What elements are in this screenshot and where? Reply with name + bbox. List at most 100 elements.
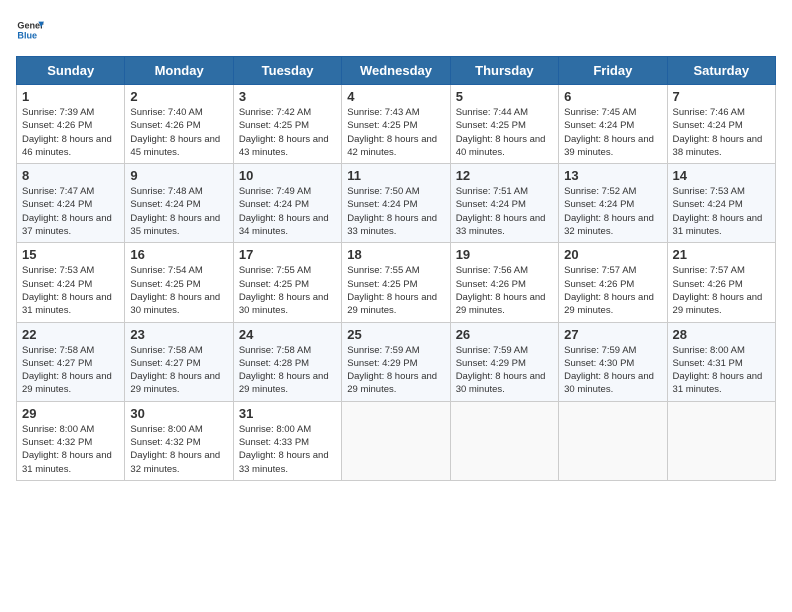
calendar-day [342, 401, 450, 480]
day-number: 20 [564, 247, 661, 262]
day-number: 11 [347, 168, 444, 183]
day-number: 24 [239, 327, 336, 342]
calendar-table: SundayMondayTuesdayWednesdayThursdayFrid… [16, 56, 776, 481]
calendar-week: 15 Sunrise: 7:53 AMSunset: 4:24 PMDaylig… [17, 243, 776, 322]
day-info: Sunrise: 8:00 AMSunset: 4:32 PMDaylight:… [22, 423, 119, 476]
weekday-header: Wednesday [342, 57, 450, 85]
day-info: Sunrise: 7:47 AMSunset: 4:24 PMDaylight:… [22, 185, 119, 238]
day-info: Sunrise: 7:40 AMSunset: 4:26 PMDaylight:… [130, 106, 227, 159]
day-info: Sunrise: 7:55 AMSunset: 4:25 PMDaylight:… [239, 264, 336, 317]
day-number: 23 [130, 327, 227, 342]
weekday-header: Monday [125, 57, 233, 85]
day-number: 18 [347, 247, 444, 262]
weekday-header: Saturday [667, 57, 775, 85]
calendar-day: 23 Sunrise: 7:58 AMSunset: 4:27 PMDaylig… [125, 322, 233, 401]
day-number: 27 [564, 327, 661, 342]
calendar-day: 8 Sunrise: 7:47 AMSunset: 4:24 PMDayligh… [17, 164, 125, 243]
logo: General Blue [16, 16, 44, 44]
day-info: Sunrise: 7:52 AMSunset: 4:24 PMDaylight:… [564, 185, 661, 238]
calendar-day [450, 401, 558, 480]
day-info: Sunrise: 7:53 AMSunset: 4:24 PMDaylight:… [22, 264, 119, 317]
calendar-day: 2 Sunrise: 7:40 AMSunset: 4:26 PMDayligh… [125, 85, 233, 164]
day-info: Sunrise: 7:56 AMSunset: 4:26 PMDaylight:… [456, 264, 553, 317]
day-number: 6 [564, 89, 661, 104]
day-number: 21 [673, 247, 770, 262]
svg-text:Blue: Blue [17, 30, 37, 40]
calendar-day: 17 Sunrise: 7:55 AMSunset: 4:25 PMDaylig… [233, 243, 341, 322]
calendar-day: 5 Sunrise: 7:44 AMSunset: 4:25 PMDayligh… [450, 85, 558, 164]
day-info: Sunrise: 7:58 AMSunset: 4:27 PMDaylight:… [130, 344, 227, 397]
day-number: 13 [564, 168, 661, 183]
day-number: 1 [22, 89, 119, 104]
calendar-day: 6 Sunrise: 7:45 AMSunset: 4:24 PMDayligh… [559, 85, 667, 164]
day-number: 3 [239, 89, 336, 104]
calendar-day: 27 Sunrise: 7:59 AMSunset: 4:30 PMDaylig… [559, 322, 667, 401]
header: General Blue [16, 16, 776, 44]
calendar-day: 15 Sunrise: 7:53 AMSunset: 4:24 PMDaylig… [17, 243, 125, 322]
day-info: Sunrise: 7:59 AMSunset: 4:30 PMDaylight:… [564, 344, 661, 397]
day-number: 19 [456, 247, 553, 262]
day-info: Sunrise: 7:42 AMSunset: 4:25 PMDaylight:… [239, 106, 336, 159]
calendar-week: 29 Sunrise: 8:00 AMSunset: 4:32 PMDaylig… [17, 401, 776, 480]
day-number: 2 [130, 89, 227, 104]
calendar-day: 16 Sunrise: 7:54 AMSunset: 4:25 PMDaylig… [125, 243, 233, 322]
day-info: Sunrise: 7:59 AMSunset: 4:29 PMDaylight:… [456, 344, 553, 397]
calendar-day: 4 Sunrise: 7:43 AMSunset: 4:25 PMDayligh… [342, 85, 450, 164]
weekday-header: Tuesday [233, 57, 341, 85]
day-info: Sunrise: 7:59 AMSunset: 4:29 PMDaylight:… [347, 344, 444, 397]
calendar-day [667, 401, 775, 480]
weekday-header: Thursday [450, 57, 558, 85]
calendar-week: 1 Sunrise: 7:39 AMSunset: 4:26 PMDayligh… [17, 85, 776, 164]
calendar-header: SundayMondayTuesdayWednesdayThursdayFrid… [17, 57, 776, 85]
day-number: 22 [22, 327, 119, 342]
day-number: 25 [347, 327, 444, 342]
day-number: 4 [347, 89, 444, 104]
calendar-day: 26 Sunrise: 7:59 AMSunset: 4:29 PMDaylig… [450, 322, 558, 401]
day-info: Sunrise: 7:58 AMSunset: 4:28 PMDaylight:… [239, 344, 336, 397]
calendar-day: 31 Sunrise: 8:00 AMSunset: 4:33 PMDaylig… [233, 401, 341, 480]
day-number: 7 [673, 89, 770, 104]
calendar-day: 20 Sunrise: 7:57 AMSunset: 4:26 PMDaylig… [559, 243, 667, 322]
calendar-day: 7 Sunrise: 7:46 AMSunset: 4:24 PMDayligh… [667, 85, 775, 164]
day-number: 29 [22, 406, 119, 421]
day-info: Sunrise: 7:48 AMSunset: 4:24 PMDaylight:… [130, 185, 227, 238]
day-info: Sunrise: 7:57 AMSunset: 4:26 PMDaylight:… [673, 264, 770, 317]
day-info: Sunrise: 8:00 AMSunset: 4:31 PMDaylight:… [673, 344, 770, 397]
calendar-day: 11 Sunrise: 7:50 AMSunset: 4:24 PMDaylig… [342, 164, 450, 243]
calendar-day: 21 Sunrise: 7:57 AMSunset: 4:26 PMDaylig… [667, 243, 775, 322]
calendar-week: 22 Sunrise: 7:58 AMSunset: 4:27 PMDaylig… [17, 322, 776, 401]
day-number: 26 [456, 327, 553, 342]
calendar-day: 10 Sunrise: 7:49 AMSunset: 4:24 PMDaylig… [233, 164, 341, 243]
day-info: Sunrise: 7:46 AMSunset: 4:24 PMDaylight:… [673, 106, 770, 159]
day-number: 15 [22, 247, 119, 262]
day-number: 5 [456, 89, 553, 104]
day-info: Sunrise: 7:58 AMSunset: 4:27 PMDaylight:… [22, 344, 119, 397]
day-info: Sunrise: 8:00 AMSunset: 4:33 PMDaylight:… [239, 423, 336, 476]
day-number: 31 [239, 406, 336, 421]
day-info: Sunrise: 7:53 AMSunset: 4:24 PMDaylight:… [673, 185, 770, 238]
calendar-day [559, 401, 667, 480]
day-info: Sunrise: 7:45 AMSunset: 4:24 PMDaylight:… [564, 106, 661, 159]
day-number: 16 [130, 247, 227, 262]
day-info: Sunrise: 7:57 AMSunset: 4:26 PMDaylight:… [564, 264, 661, 317]
day-info: Sunrise: 7:54 AMSunset: 4:25 PMDaylight:… [130, 264, 227, 317]
day-info: Sunrise: 7:44 AMSunset: 4:25 PMDaylight:… [456, 106, 553, 159]
logo-icon: General Blue [16, 16, 44, 44]
calendar-day: 12 Sunrise: 7:51 AMSunset: 4:24 PMDaylig… [450, 164, 558, 243]
calendar-body: 1 Sunrise: 7:39 AMSunset: 4:26 PMDayligh… [17, 85, 776, 481]
day-number: 28 [673, 327, 770, 342]
calendar-day: 24 Sunrise: 7:58 AMSunset: 4:28 PMDaylig… [233, 322, 341, 401]
day-info: Sunrise: 7:51 AMSunset: 4:24 PMDaylight:… [456, 185, 553, 238]
day-number: 17 [239, 247, 336, 262]
calendar-day: 13 Sunrise: 7:52 AMSunset: 4:24 PMDaylig… [559, 164, 667, 243]
calendar-day: 22 Sunrise: 7:58 AMSunset: 4:27 PMDaylig… [17, 322, 125, 401]
calendar-day: 28 Sunrise: 8:00 AMSunset: 4:31 PMDaylig… [667, 322, 775, 401]
day-info: Sunrise: 7:39 AMSunset: 4:26 PMDaylight:… [22, 106, 119, 159]
calendar-day: 19 Sunrise: 7:56 AMSunset: 4:26 PMDaylig… [450, 243, 558, 322]
calendar-day: 3 Sunrise: 7:42 AMSunset: 4:25 PMDayligh… [233, 85, 341, 164]
day-number: 30 [130, 406, 227, 421]
day-info: Sunrise: 7:55 AMSunset: 4:25 PMDaylight:… [347, 264, 444, 317]
day-number: 14 [673, 168, 770, 183]
day-info: Sunrise: 7:49 AMSunset: 4:24 PMDaylight:… [239, 185, 336, 238]
calendar-day: 25 Sunrise: 7:59 AMSunset: 4:29 PMDaylig… [342, 322, 450, 401]
